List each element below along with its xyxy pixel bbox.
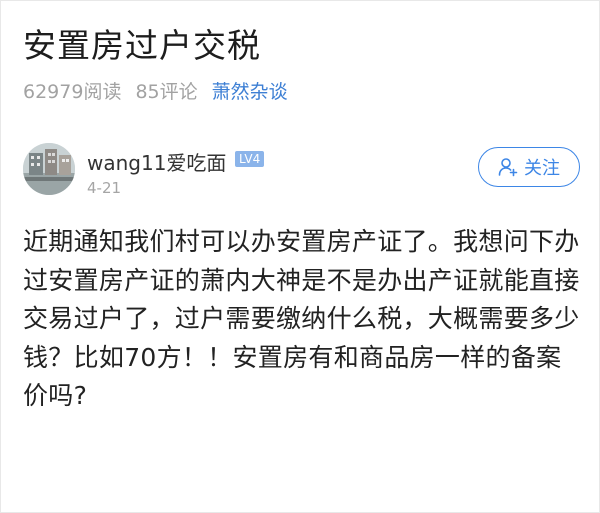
user-add-icon	[498, 158, 518, 177]
author-row: wang11爱吃面 LV4 4-21 关注	[23, 143, 580, 203]
post-page: 安置房过户交税 62979阅读 85评论 萧然杂谈 wang11爱吃面 LV4 …	[1, 1, 599, 512]
comment-count[interactable]: 85评论	[135, 77, 197, 104]
level-badge: LV4	[235, 151, 265, 167]
post-title: 安置房过户交税	[23, 26, 261, 65]
follow-label: 关注	[524, 158, 560, 179]
post-meta: 62979阅读 85评论 萧然杂谈	[23, 77, 288, 104]
post-body: 近期通知我们村可以办安置房产证了。我想问下办过安置房产证的萧内大神是不是办出产证…	[23, 227, 580, 411]
author-name[interactable]: wang11爱吃面	[87, 147, 226, 176]
forum-link[interactable]: 萧然杂谈	[212, 77, 288, 104]
view-count: 62979阅读	[23, 81, 122, 103]
post-date: 4-21	[87, 179, 122, 197]
avatar[interactable]	[23, 143, 75, 195]
follow-button[interactable]: 关注	[478, 147, 580, 187]
